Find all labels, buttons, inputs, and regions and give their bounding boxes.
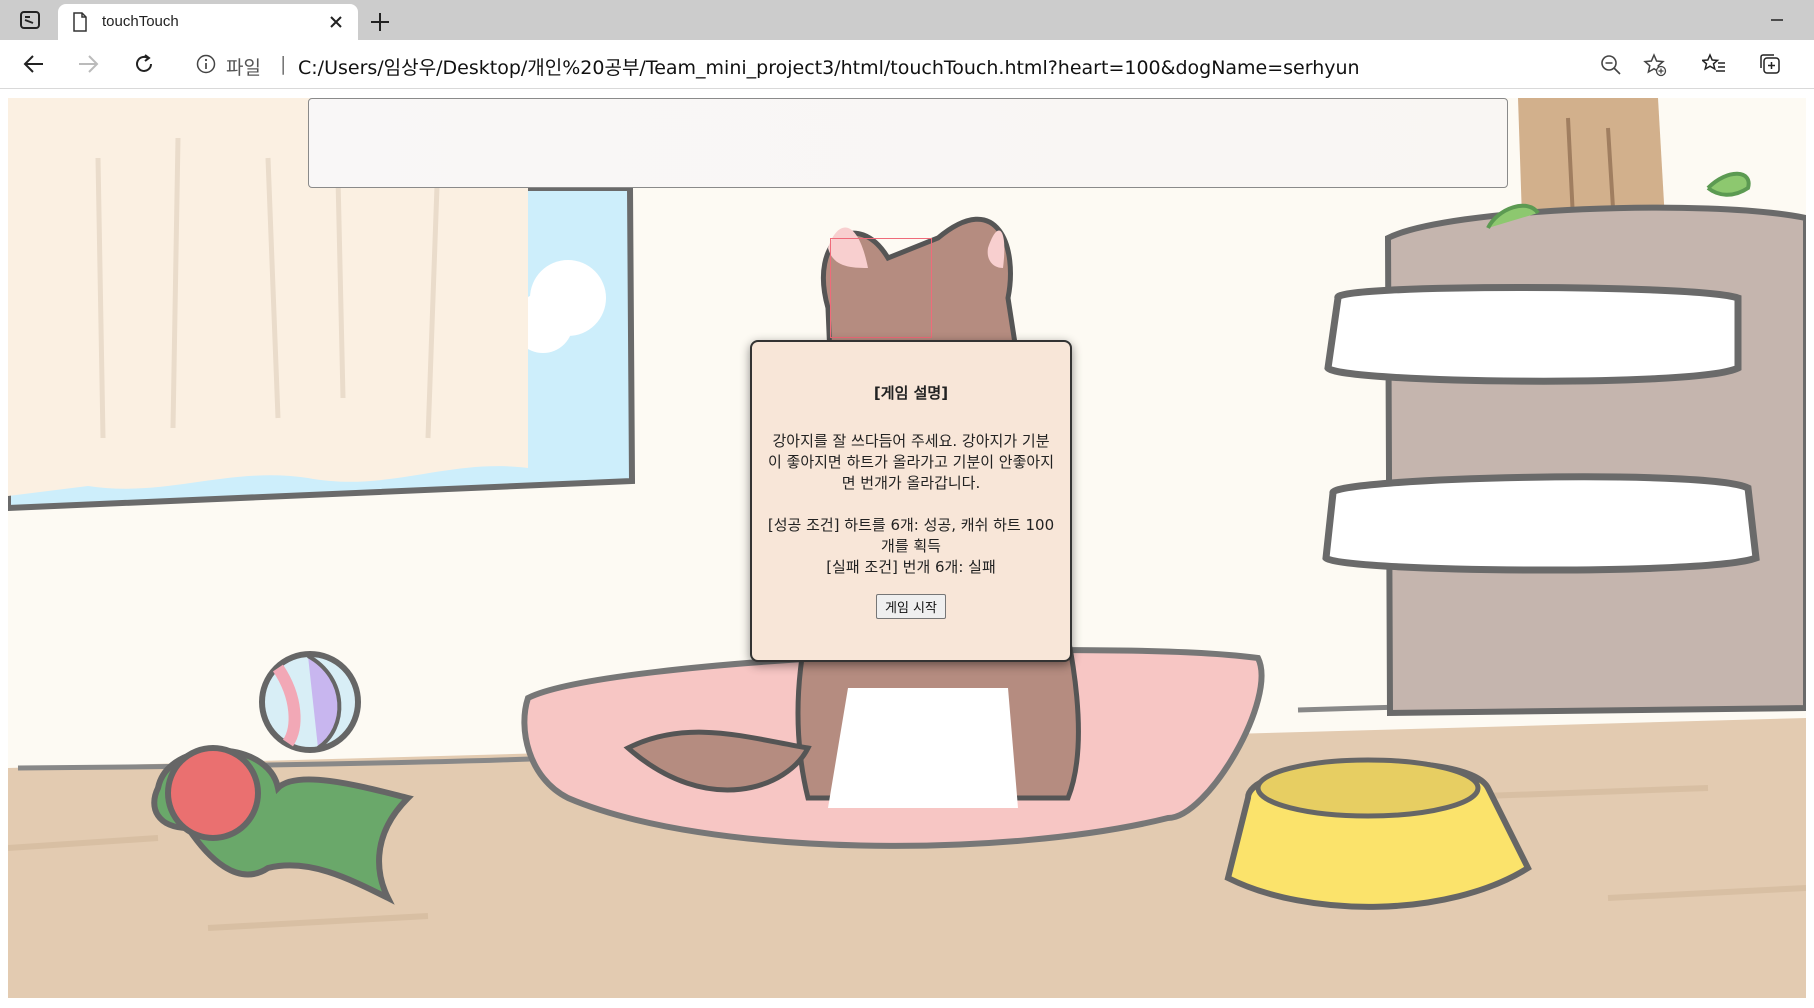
url-text[interactable]: C:/Users/임상우/Desktop/개인%20공부/Team_mini_p… (298, 53, 1360, 80)
game-instructions-modal: [게임 설명] 강아지를 잘 쓰다듬어 주세요. 강아지가 기분이 좋아지면 하… (750, 340, 1072, 662)
tab-actions-icon (20, 11, 40, 29)
browser-tab[interactable]: touchTouch (58, 4, 358, 40)
zoom-out-button[interactable] (1598, 52, 1624, 78)
back-button[interactable] (18, 48, 50, 80)
info-icon[interactable] (196, 54, 216, 74)
forward-button[interactable] (72, 48, 104, 80)
close-icon[interactable] (326, 12, 346, 32)
page-icon (73, 12, 87, 32)
start-game-button[interactable]: 게임 시작 (876, 594, 946, 619)
status-bar-panel (308, 98, 1508, 188)
navigation-bar: 파일 | C:/Users/임상우/Desktop/개인%20공부/Team_m… (0, 40, 1814, 89)
refresh-button[interactable] (128, 48, 160, 80)
game-viewport: [게임 설명] 강아지를 잘 쓰다듬어 주세요. 강아지가 기분이 좋아지면 하… (8, 98, 1806, 998)
dog-touch-zone[interactable] (830, 238, 932, 338)
collections-button[interactable] (1754, 48, 1786, 80)
tab-title: touchTouch (102, 13, 179, 30)
separator: | (280, 53, 287, 75)
modal-description: 강아지를 잘 쓰다듬어 주세요. 강아지가 기분이 좋아지면 하트가 올라가고 … (767, 432, 1055, 492)
back-arrow-icon (23, 55, 43, 73)
add-favorite-icon (1643, 53, 1667, 77)
modal-title: [게임 설명] (873, 384, 949, 402)
tab-bar: touchTouch (0, 0, 1814, 40)
minimize-icon[interactable] (1762, 8, 1792, 32)
add-favorite-button[interactable] (1642, 52, 1668, 78)
plus-icon[interactable] (366, 8, 394, 36)
forward-arrow-icon (79, 55, 99, 73)
collections-icon (1760, 54, 1780, 74)
success-condition: [성공 조건] 하트를 6개: 성공, 캐쉬 하트 100개를 획득 (767, 516, 1055, 555)
favorites-icon (1702, 53, 1725, 72)
tab-actions-button[interactable] (12, 6, 48, 34)
zoom-out-icon (1601, 55, 1621, 75)
refresh-icon (136, 54, 152, 72)
address-bar[interactable]: 파일 | C:/Users/임상우/Desktop/개인%20공부/Team_m… (180, 44, 1680, 84)
favorites-button[interactable] (1698, 48, 1730, 80)
fail-condition: [실패 조건] 번개 6개: 실패 (826, 558, 996, 576)
site-label: 파일 (226, 57, 261, 79)
